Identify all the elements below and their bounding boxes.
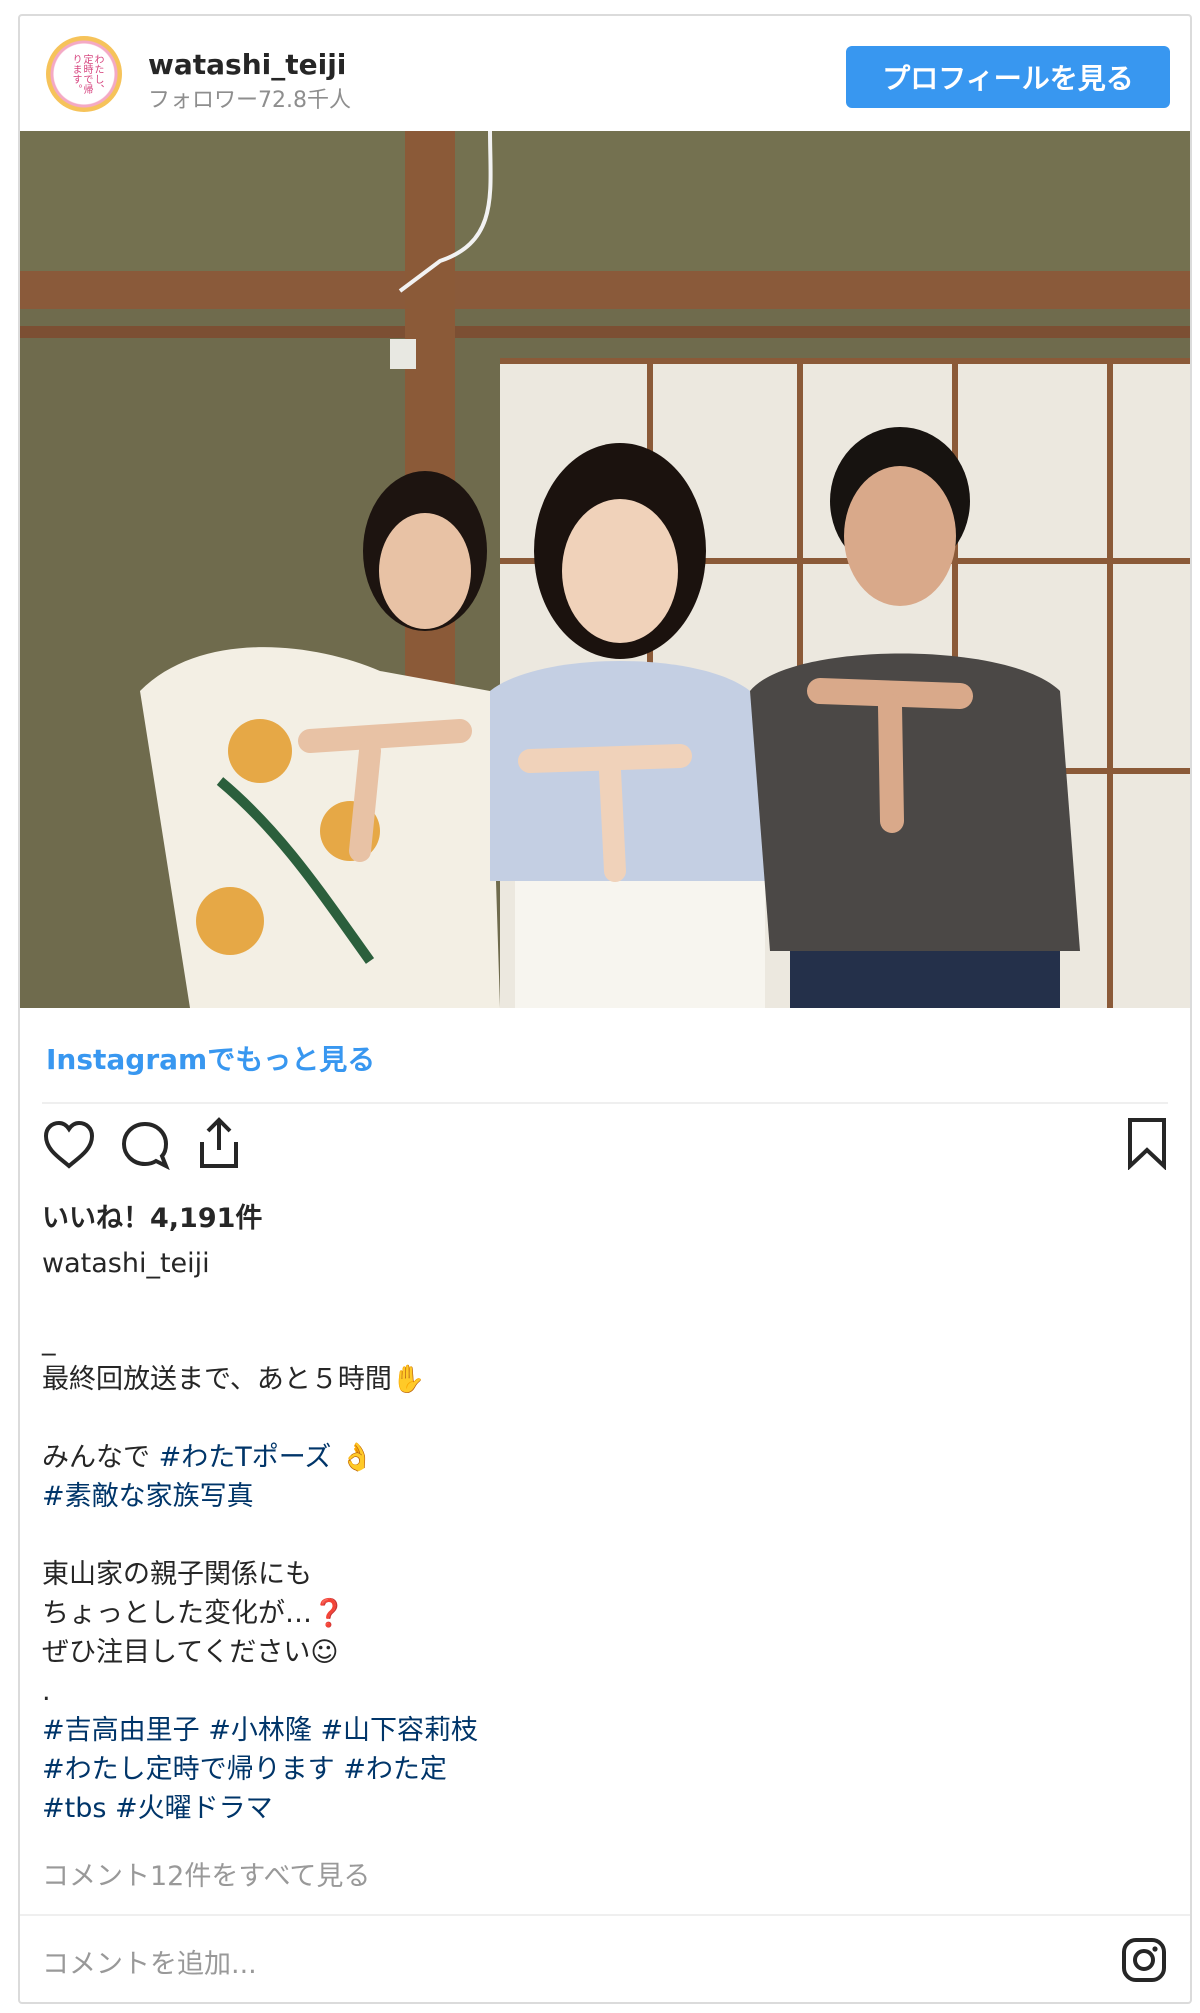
caption-line: _	[42, 1321, 478, 1360]
share-icon[interactable]	[194, 1116, 244, 1170]
hashtag-link[interactable]: #わたし定時で帰ります	[42, 1754, 335, 1785]
hashtag-link[interactable]: #わたTポーズ	[159, 1442, 332, 1473]
caption-text: 最終回放送まで、あと５時間✋	[42, 1364, 426, 1395]
hashtag-link[interactable]: #tbs	[42, 1793, 106, 1824]
caption-text: .	[42, 1676, 51, 1707]
like-count[interactable]: いいね！4,191件	[42, 1196, 262, 1235]
caption-text: _	[42, 1325, 56, 1356]
add-comment-input[interactable]: コメントを追加...	[42, 1942, 257, 1981]
caption-line	[42, 1399, 478, 1438]
heart-icon[interactable]	[42, 1120, 96, 1170]
hashtag-link[interactable]: #火曜ドラマ	[115, 1793, 273, 1824]
avatar-logo-text: わたし、定時で帰ります。	[70, 54, 103, 94]
hashtag-link[interactable]: #吉高由里子	[42, 1715, 200, 1746]
view-more-on-instagram-link[interactable]: Instagramでもっと見る	[46, 1038, 375, 1078]
caption-line: みんなで #わたTポーズ 👌	[42, 1438, 478, 1477]
caption-text: ちょっとした変化が…❓	[42, 1598, 346, 1629]
instagram-embed-card: わたし、定時で帰ります。 watashi_teiji フォロワー72.8千人 プ…	[18, 14, 1192, 2004]
caption-text: ぜひ注目してください☺	[42, 1637, 339, 1668]
divider	[42, 1102, 1168, 1104]
avatar[interactable]: わたし、定時で帰ります。	[46, 36, 122, 112]
caption-emoji: 👌	[331, 1442, 374, 1473]
hashtag-link[interactable]: #小林隆	[208, 1715, 312, 1746]
hashtag-link[interactable]: #わた定	[343, 1754, 447, 1785]
caption-line: ちょっとした変化が…❓	[42, 1594, 478, 1633]
hashtag-link[interactable]: #山下容莉枝	[320, 1715, 478, 1746]
view-profile-button[interactable]: プロフィールを見る	[846, 46, 1170, 108]
caption-line: 東山家の親子関係にも	[42, 1555, 478, 1594]
caption-text: みんなで	[42, 1442, 159, 1473]
caption-line: #tbs #火曜ドラマ	[42, 1789, 478, 1828]
follower-count: フォロワー72.8千人	[148, 88, 351, 113]
hashtag-link[interactable]: #素敵な家族写真	[42, 1481, 254, 1512]
caption-line: #素敵な家族写真	[42, 1477, 478, 1516]
caption-line: #吉高由里子 #小林隆 #山下容莉枝	[42, 1711, 478, 1750]
caption-text: 東山家の親子関係にも	[42, 1559, 312, 1590]
caption-line: ぜひ注目してください☺	[42, 1633, 478, 1672]
comment-bar: コメントを追加...	[20, 1914, 1190, 2002]
post-actions-bar	[42, 1116, 1168, 1176]
post-header: わたし、定時で帰ります。 watashi_teiji フォロワー72.8千人 プ…	[20, 16, 1190, 130]
username[interactable]: watashi_teiji	[148, 48, 346, 81]
post-caption: _ 最終回放送まで、あと５時間✋ みんなで #わたTポーズ 👌 #素敵な家族写真東山家…	[42, 1321, 478, 1828]
comment-icon[interactable]	[120, 1120, 170, 1170]
view-all-comments-link[interactable]: コメント12件をすべて見る	[42, 1854, 370, 1893]
caption-line: 最終回放送まで、あと５時間✋	[42, 1360, 478, 1399]
caption-line: #わたし定時で帰ります #わた定	[42, 1750, 478, 1789]
caption-username[interactable]: watashi_teiji	[42, 1248, 210, 1279]
bookmark-icon[interactable]	[1126, 1116, 1168, 1170]
caption-line	[42, 1516, 478, 1555]
instagram-logo-icon[interactable]	[1120, 1936, 1168, 1984]
post-photo[interactable]	[20, 131, 1190, 1008]
photo-illustration	[20, 131, 1190, 1008]
caption-line: .	[42, 1672, 478, 1711]
